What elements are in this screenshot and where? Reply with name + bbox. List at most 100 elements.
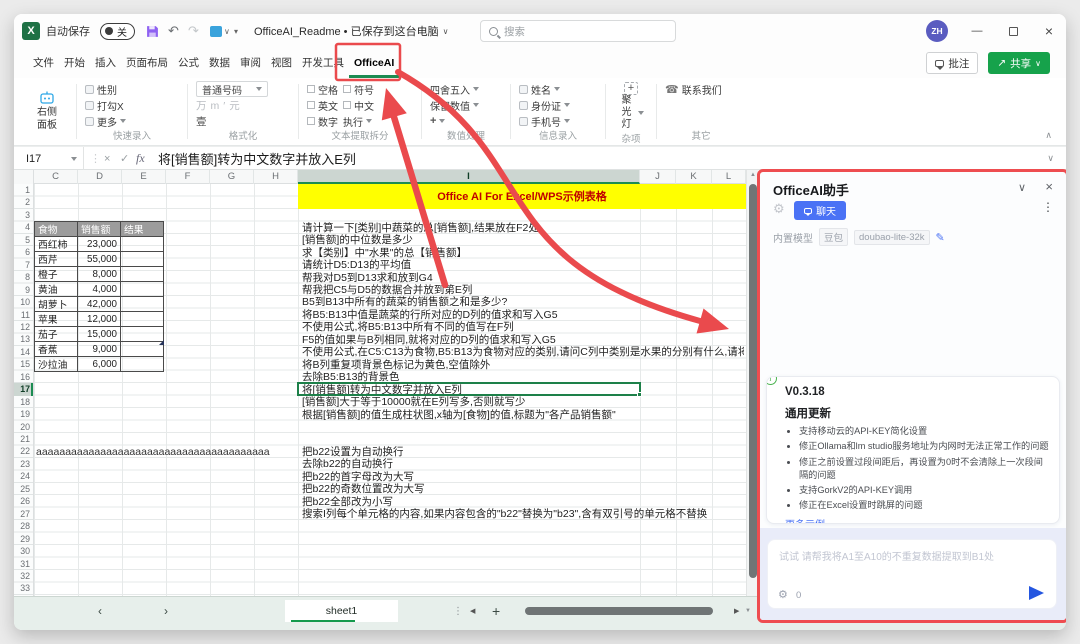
- plus-button[interactable]: +: [430, 115, 445, 127]
- window-minimize-button[interactable]: —: [964, 14, 990, 48]
- share-button[interactable]: ↗共享∨: [988, 52, 1050, 74]
- undo-button[interactable]: ↶: [168, 14, 179, 48]
- horizontal-scroll-thumb[interactable]: [525, 607, 713, 615]
- menu-tab-开始[interactable]: 开始: [59, 48, 90, 78]
- menu-tab-数据[interactable]: 数据: [204, 48, 235, 78]
- row-header-11[interactable]: 11: [14, 309, 33, 321]
- send-button[interactable]: [1029, 586, 1044, 600]
- row-header-23[interactable]: 23: [14, 458, 33, 470]
- food-cell[interactable]: 橙子: [35, 267, 78, 282]
- result-cell[interactable]: [121, 252, 164, 267]
- instruction-cell-I18[interactable]: [销售额]大于等于10000就在E列写多,否则就写少: [302, 396, 744, 408]
- insert-function-button[interactable]: fx: [136, 147, 145, 170]
- checkmark-x-button[interactable]: 打勾X: [85, 98, 124, 113]
- round-button[interactable]: 四舍五入: [430, 82, 479, 97]
- instruction-cell-I4[interactable]: 请计算一下[类别]中蔬菜的总[销售额],结果放在F2处: [302, 222, 744, 234]
- vertical-scroll-thumb[interactable]: [749, 184, 757, 578]
- window-close-button[interactable]: ×: [1036, 14, 1062, 48]
- instruction-cell-I10[interactable]: B5到B13中所有的蔬菜的销售额之和是多少?: [302, 296, 744, 308]
- instruction-cell-I14[interactable]: 不使用公式,在C5:C13为食物,B5:B13为食物对应的类别,请问C列中类别是…: [302, 346, 744, 358]
- row-header-6[interactable]: 6: [14, 246, 33, 258]
- input-settings-icon[interactable]: ⚙: [778, 588, 788, 601]
- row-header-1[interactable]: 1: [14, 184, 33, 196]
- row-header-30[interactable]: 30: [14, 545, 33, 557]
- execute-button[interactable]: 执行: [343, 114, 372, 129]
- food-cell[interactable]: 沙拉油: [35, 357, 78, 372]
- row-header-29[interactable]: 29: [14, 533, 33, 545]
- scroll-left-icon[interactable]: ◀: [470, 600, 475, 622]
- chinese-checkbox[interactable]: 中文: [343, 98, 374, 113]
- row-header-7[interactable]: 7: [14, 259, 33, 271]
- menu-tab-公式[interactable]: 公式: [173, 48, 204, 78]
- formula-input[interactable]: 将[销售额]转为中文数字并放入E列: [158, 147, 356, 170]
- sales-cell[interactable]: 9,000: [78, 342, 121, 357]
- ribbon-collapse-button[interactable]: ∧: [1045, 130, 1052, 141]
- number-format-dropdown[interactable]: 普通号码: [196, 81, 268, 97]
- grid-cells-area[interactable]: 1234567891011121314151617181920212223242…: [14, 184, 746, 596]
- instruction-cell-I24[interactable]: 把b22的首字母改为大写: [302, 471, 744, 483]
- cell-C22[interactable]: aaaaaaaaaaaaaaaaaaaaaaaaaaaaaaaaaaaaaaaa: [36, 446, 270, 458]
- food-cell[interactable]: 胡萝卜: [35, 297, 78, 312]
- result-cell[interactable]: [121, 267, 164, 282]
- column-header-H[interactable]: H: [254, 170, 298, 184]
- row-header-14[interactable]: 14: [14, 346, 33, 358]
- edit-model-icon[interactable]: ✎: [936, 231, 945, 244]
- search-input[interactable]: 搜索: [480, 20, 676, 42]
- row-header-9[interactable]: 9: [14, 284, 33, 296]
- panel-collapse-button[interactable]: ∨: [1018, 181, 1026, 194]
- table-header-cell[interactable]: 结果: [121, 222, 164, 237]
- column-header-I[interactable]: I: [298, 170, 640, 184]
- row-header-18[interactable]: 18: [14, 396, 33, 408]
- column-header-F[interactable]: F: [166, 170, 210, 184]
- scroll-down-icon[interactable]: ▼: [745, 600, 751, 622]
- result-cell[interactable]: [121, 327, 164, 342]
- menu-tab-视图[interactable]: 视图: [266, 48, 297, 78]
- result-cell[interactable]: [121, 282, 164, 297]
- instruction-cell-I9[interactable]: 帮我把C5与D5的数据合并放到第E列: [302, 284, 744, 296]
- next-sheet-button[interactable]: ›: [164, 600, 168, 622]
- food-cell[interactable]: 黄油: [35, 282, 78, 297]
- symbol-checkbox[interactable]: 符号: [343, 82, 374, 97]
- instruction-cell-I19[interactable]: 根据[销售额]的值生成柱状图,x轴为[食物]的值,标题为"各产品销售额": [302, 409, 744, 421]
- digit-checkbox[interactable]: 数字: [307, 114, 338, 129]
- row-header-33[interactable]: 33: [14, 582, 33, 594]
- name-button[interactable]: 姓名: [519, 82, 560, 97]
- row-header-4[interactable]: 4: [14, 221, 33, 233]
- menu-tab-OfficeAI[interactable]: OfficeAI: [349, 48, 399, 78]
- chat-input[interactable]: 试试 请帮我将A1至A10的不重复数据提取到B1处 ⚙ 0: [767, 539, 1057, 609]
- comment-button[interactable]: 批注: [926, 52, 978, 74]
- result-cell[interactable]: [121, 312, 164, 327]
- sales-cell[interactable]: 8,000: [78, 267, 121, 282]
- row-header-15[interactable]: 15: [14, 358, 33, 370]
- table-header-cell[interactable]: 食物: [35, 222, 78, 237]
- row-header-25[interactable]: 25: [14, 483, 33, 495]
- instruction-cell-I13[interactable]: F5的值如果与B列相同,就将对应的D列的值求和写入G5: [302, 334, 744, 346]
- scroll-right-icon[interactable]: ▶: [734, 600, 739, 622]
- selected-cell-I17[interactable]: [297, 382, 641, 396]
- row-header-28[interactable]: 28: [14, 520, 33, 532]
- banner-cell[interactable]: Office AI For Excel/WPS示例表格: [298, 184, 746, 209]
- sheet-tab-sheet1[interactable]: sheet1: [285, 600, 398, 622]
- confirm-entry-button[interactable]: ✓: [120, 147, 129, 170]
- sales-cell[interactable]: 23,000: [78, 237, 121, 252]
- sales-cell[interactable]: 55,000: [78, 252, 121, 267]
- document-title[interactable]: OfficeAI_Readme • 已保存到这台电脑∨: [254, 14, 448, 48]
- panel-menu-button[interactable]: ⋮: [1042, 200, 1054, 214]
- redo-button[interactable]: ↷: [188, 14, 199, 48]
- row-header-8[interactable]: 8: [14, 271, 33, 283]
- sales-cell[interactable]: 4,000: [78, 282, 121, 297]
- formula-bar-expand-button[interactable]: ∨: [1047, 147, 1054, 170]
- instruction-cell-I11[interactable]: 将B5:B13中值是蔬菜的行所对应的D列的值求和写入G5: [302, 309, 744, 321]
- instruction-cell-I15[interactable]: 将B列重复项背景色标记为黄色,空值除外: [302, 359, 744, 371]
- column-header-E[interactable]: E: [122, 170, 166, 184]
- scrollbar-splitter[interactable]: ⋮: [453, 600, 463, 622]
- row-header-12[interactable]: 12: [14, 321, 33, 333]
- row-header-2[interactable]: 2: [14, 196, 33, 208]
- instruction-cell-I7[interactable]: 请统计D5:D13的平均值: [302, 259, 744, 271]
- result-cell[interactable]: [121, 342, 164, 357]
- chat-tab-button[interactable]: 聊天: [794, 201, 846, 220]
- panel-close-button[interactable]: ×: [1045, 179, 1053, 194]
- row-header-21[interactable]: 21: [14, 433, 33, 445]
- sales-cell[interactable]: 6,000: [78, 357, 121, 372]
- fill-handle[interactable]: [637, 392, 642, 397]
